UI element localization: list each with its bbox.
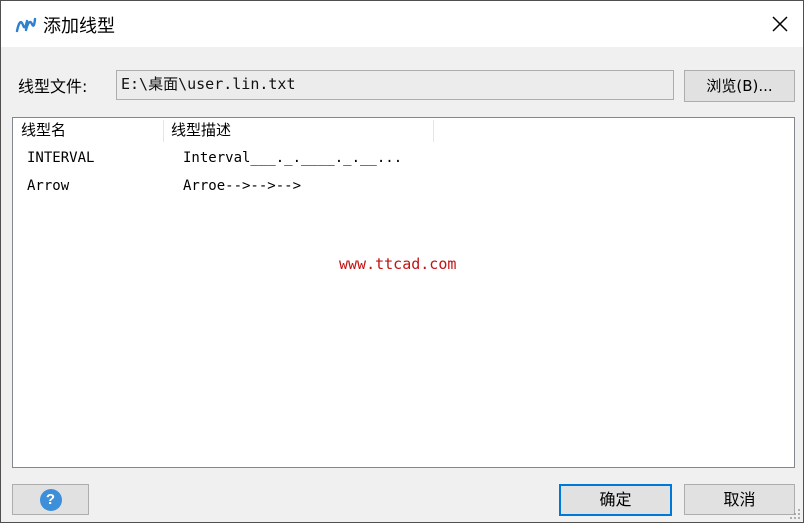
close-button[interactable] (757, 1, 803, 47)
row-linetype-name: INTERVAL (27, 150, 95, 166)
list-row[interactable]: INTERVAL Interval___._.____._.__... (13, 145, 794, 171)
list-header: 线型名 线型描述 (13, 118, 794, 143)
close-icon (772, 16, 788, 32)
resize-grip-icon[interactable] (789, 508, 801, 520)
column-header-name[interactable]: 线型名 (21, 118, 66, 143)
title-bar: 添加线型 (1, 1, 803, 47)
row-linetype-name: Arrow (27, 178, 70, 194)
column-header-description[interactable]: 线型描述 (171, 118, 231, 143)
linetype-app-icon (15, 17, 37, 33)
cancel-button[interactable]: 取消 (684, 484, 795, 515)
add-linetype-dialog: 添加线型 线型文件: E:\桌面\user.lin.txt 浏览(B)... 线… (0, 0, 804, 523)
browse-button[interactable]: 浏览(B)... (684, 70, 795, 102)
linetype-file-field[interactable]: E:\桌面\user.lin.txt (116, 70, 674, 100)
linetype-list[interactable]: 线型名 线型描述 INTERVAL Interval___._.____._._… (12, 117, 795, 468)
dialog-title: 添加线型 (43, 16, 115, 37)
watermark-text: www.ttcad.com (339, 255, 457, 273)
ok-button[interactable]: 确定 (559, 484, 672, 516)
help-button[interactable]: ? (12, 484, 89, 515)
column-divider[interactable] (433, 120, 434, 142)
row-linetype-description: Interval___._.____._.__... (183, 150, 403, 166)
help-icon: ? (39, 488, 62, 511)
list-row[interactable]: Arrow Arroe-->-->--> (13, 173, 794, 199)
linetype-file-label: 线型文件: (18, 77, 88, 96)
row-linetype-description: Arroe-->-->--> (183, 178, 302, 194)
column-divider[interactable] (163, 120, 164, 142)
